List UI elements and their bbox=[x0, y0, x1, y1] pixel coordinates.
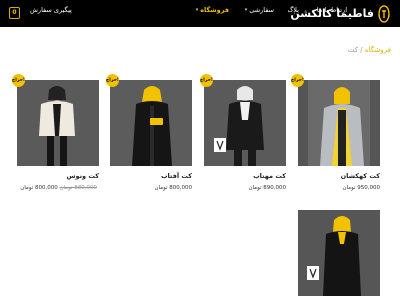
sale-badge: حراج! bbox=[291, 74, 304, 87]
product-card[interactable]: کت آفتاب 800,000 تومان bbox=[110, 80, 192, 191]
product-current-price: 800,000 تومان bbox=[20, 185, 58, 191]
product-image[interactable] bbox=[110, 80, 192, 166]
product-current-price: 800,000 تومان bbox=[154, 185, 192, 191]
model-photo-icon bbox=[298, 80, 380, 166]
chevron-down-icon: ▾ bbox=[195, 7, 199, 13]
product-price: 950,000 تومان bbox=[298, 185, 380, 191]
nav-item-shop[interactable]: فروشگاه ▾ bbox=[195, 6, 229, 14]
product-image[interactable] bbox=[298, 80, 380, 166]
brand-logo-icon bbox=[377, 4, 391, 23]
nav-label-custom: سفارشی bbox=[249, 6, 274, 14]
nav-label-shop: فروشگاه bbox=[200, 6, 229, 14]
product-price: 890,000 تومان bbox=[204, 185, 286, 191]
model-photo-icon bbox=[17, 80, 99, 166]
product-old-price: 880,000 تومان bbox=[59, 185, 97, 191]
cart-count-badge: 0 bbox=[12, 9, 17, 16]
sale-badge: حراج! bbox=[12, 74, 25, 87]
sale-badge: حراج! bbox=[106, 74, 119, 87]
product-card[interactable]: کت مهتاب 890,000 تومان bbox=[204, 80, 286, 191]
breadcrumb-separator: / bbox=[358, 46, 365, 54]
product-name[interactable]: کت ونوس bbox=[17, 172, 99, 180]
breadcrumb-current: کت bbox=[347, 46, 359, 54]
top-navigation-bar: فاطیما کالکشن فروشگاه ▾ سفارشی ▾ بلاگ ار… bbox=[0, 0, 400, 27]
breadcrumb: فروشگاه / کت bbox=[348, 46, 391, 54]
nav-label-blog: بلاگ bbox=[287, 6, 299, 14]
model-photo-icon bbox=[298, 210, 380, 296]
nav-item-custom[interactable]: سفارشی ▾ bbox=[244, 6, 274, 14]
product-current-price: 890,000 تومان bbox=[248, 185, 286, 191]
product-image[interactable] bbox=[204, 80, 286, 166]
nav-label-contact: ارتباط با ما bbox=[316, 6, 347, 14]
product-name[interactable]: کت آفتاب bbox=[110, 172, 192, 180]
product-price: 800,000 تومان bbox=[110, 185, 192, 191]
nav-label-order-tracking: پیگیری سفارش bbox=[30, 6, 72, 14]
product-image[interactable] bbox=[17, 80, 99, 166]
product-current-price: 950,000 تومان bbox=[342, 185, 380, 191]
breadcrumb-shop-link[interactable]: فروشگاه bbox=[365, 46, 391, 54]
model-photo-icon bbox=[204, 80, 286, 166]
product-name[interactable]: کت مهتاب bbox=[204, 172, 286, 180]
product-card[interactable]: کت ونوس 880,000 تومان 800,000 تومان bbox=[17, 80, 99, 191]
chevron-down-icon: ▾ bbox=[244, 7, 248, 13]
product-card[interactable] bbox=[298, 210, 380, 296]
model-photo-icon bbox=[110, 80, 192, 166]
product-card[interactable]: کت کهکشان 950,000 تومان bbox=[298, 80, 380, 191]
product-price: 880,000 تومان 800,000 تومان bbox=[17, 185, 99, 191]
cart-button[interactable]: 0 bbox=[9, 7, 20, 19]
nav-item-order-tracking-label[interactable]: پیگیری سفارش bbox=[30, 6, 72, 14]
product-image[interactable] bbox=[298, 210, 380, 296]
product-name[interactable]: کت کهکشان bbox=[298, 172, 380, 180]
sale-badge: حراج! bbox=[200, 74, 213, 87]
nav-item-contact[interactable]: ارتباط با ما bbox=[317, 6, 347, 14]
nav-item-blog[interactable]: بلاگ bbox=[287, 6, 299, 14]
